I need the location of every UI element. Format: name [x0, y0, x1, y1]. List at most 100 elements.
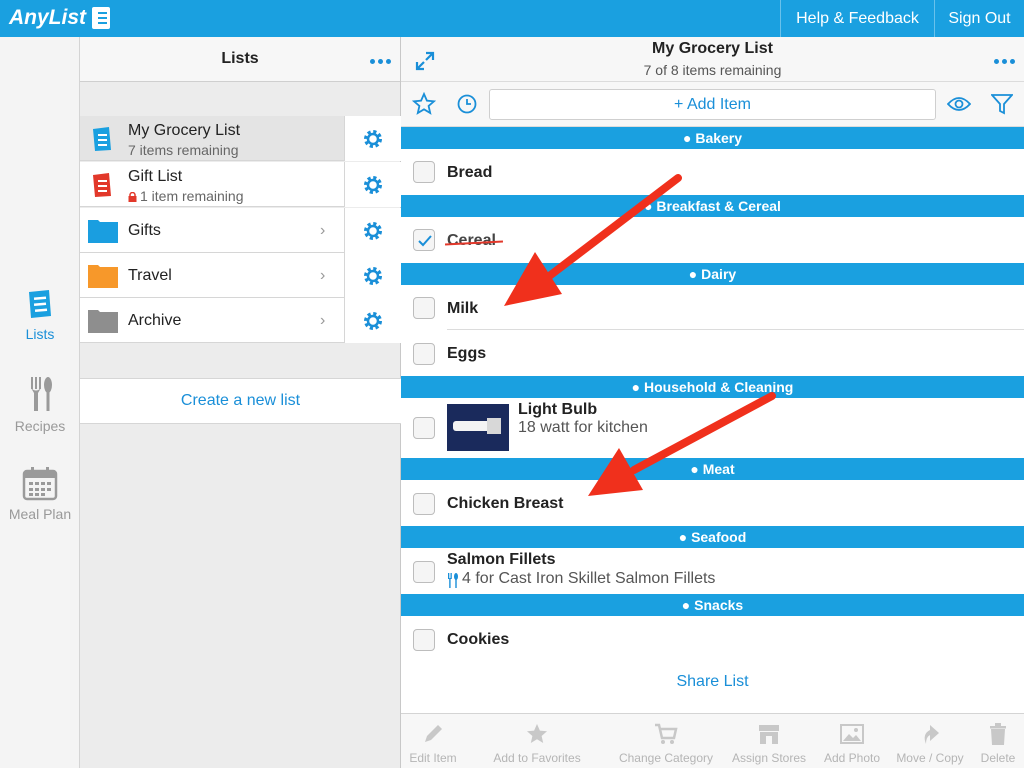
folder-settings-button[interactable]: [344, 208, 401, 253]
chevron-right-icon: ›: [320, 222, 326, 239]
list-title: Gift List: [128, 168, 183, 185]
change-category-button[interactable]: Change Category: [615, 714, 717, 768]
rail-recipes-label: Recipes: [14, 418, 66, 434]
folder-icon-gray: [88, 310, 118, 333]
item-checkbox[interactable]: [413, 629, 435, 651]
list-item-milk[interactable]: Milk: [401, 285, 1024, 330]
add-item-field[interactable]: + Add Item: [489, 89, 936, 120]
rail-mealplan-label: Meal Plan: [8, 506, 72, 522]
list-item-eggs[interactable]: Eggs: [401, 330, 1024, 376]
move-copy-button[interactable]: Move / Copy: [891, 714, 969, 768]
item-name: Chicken Breast: [447, 495, 564, 512]
filter-icon[interactable]: [991, 93, 1013, 115]
list-item-bread[interactable]: Bread: [401, 149, 1024, 195]
gear-icon: [364, 311, 382, 330]
folder-row-archive[interactable]: Archive ›: [80, 298, 401, 343]
share-list-button[interactable]: Share List: [401, 673, 1024, 691]
folder-icon-orange: [88, 265, 118, 288]
list-subtitle: 7 items remaining: [128, 142, 239, 158]
rail-lists[interactable]: Lists: [0, 287, 80, 342]
gear-icon: [364, 129, 382, 148]
folder-row-gifts[interactable]: Gifts ›: [80, 208, 401, 253]
store-icon: [759, 725, 779, 744]
clock-icon[interactable]: [457, 94, 477, 114]
folder-settings-button[interactable]: [344, 253, 401, 298]
list-settings-button[interactable]: [344, 162, 401, 207]
list-settings-button[interactable]: [344, 116, 401, 161]
toolbar-label: Move / Copy: [896, 751, 964, 765]
app-logo: AnyList: [9, 6, 111, 30]
edit-item-button[interactable]: Edit Item: [401, 714, 465, 768]
list-item-light-bulb[interactable]: Light Bulb 18 watt for kitchen: [401, 398, 1024, 458]
assign-stores-button[interactable]: Assign Stores: [727, 714, 811, 768]
item-name: Bread: [447, 164, 493, 181]
item-checkbox[interactable]: [413, 297, 435, 319]
list-row-my-grocery-list[interactable]: My Grocery List 7 items remaining: [80, 116, 401, 161]
toolbar-label: Assign Stores: [731, 751, 807, 765]
list-header: My Grocery List 7 of 8 items remaining: [401, 37, 1024, 82]
fork-spoon-icon: [448, 573, 458, 588]
pencil-icon: [425, 725, 442, 742]
list-item-cereal[interactable]: Cereal: [401, 217, 1024, 263]
chevron-right-icon: ›: [320, 267, 326, 284]
list-detail-panel: My Grocery List 7 of 8 items remaining +…: [401, 37, 1024, 768]
list-item-chicken-breast[interactable]: Chicken Breast: [401, 480, 1024, 526]
toolbar-label: Delete: [980, 751, 1016, 765]
folder-title: Travel: [128, 267, 172, 284]
rail-lists-label: Lists: [25, 326, 55, 342]
item-checkbox[interactable]: [413, 561, 435, 583]
item-checkbox[interactable]: [413, 161, 435, 183]
section-name: Bakery: [695, 130, 743, 146]
toolbar-label: Edit Item: [409, 751, 457, 765]
item-checkbox-checked[interactable]: [413, 229, 435, 251]
calendar-icon: [22, 467, 58, 501]
items-remaining-count: 7 of 8 items remaining: [643, 62, 782, 78]
eye-icon[interactable]: [947, 96, 971, 112]
list-title: My Grocery List: [128, 122, 241, 139]
rail-meal-plan[interactable]: Meal Plan: [0, 467, 80, 522]
bottom-toolbar: Edit Item Add to Favorites Change Catego…: [401, 713, 1024, 768]
add-photo-button[interactable]: Add Photo: [819, 714, 885, 768]
section-name: Meat: [702, 461, 735, 477]
create-new-list-button[interactable]: Create a new list: [80, 378, 401, 424]
list-row-gift-list[interactable]: Gift List 1 item remaining: [80, 162, 401, 207]
delete-button[interactable]: Delete: [977, 714, 1019, 768]
cart-icon: [655, 723, 678, 744]
gear-icon: [364, 221, 382, 240]
spray-icon: ●: [631, 379, 641, 395]
lists-panel: Lists My Grocery List 7 items remaining …: [80, 37, 401, 768]
section-header-dairy: ● Dairy: [401, 263, 1024, 285]
sign-out-button[interactable]: Sign Out: [934, 0, 1024, 37]
list-more-icon[interactable]: [994, 59, 1015, 64]
lists-more-icon[interactable]: [370, 59, 391, 64]
item-photo-thumbnail[interactable]: [447, 404, 509, 451]
star-icon[interactable]: [412, 92, 436, 116]
item-checkbox[interactable]: [413, 493, 435, 515]
fork-spoon-icon: [31, 377, 52, 411]
lock-icon: [128, 192, 137, 202]
item-name: Light Bulb: [518, 401, 598, 418]
list-item-salmon-fillets[interactable]: Salmon Fillets 4 for Cast Iron Skillet S…: [401, 548, 1024, 594]
turkey-icon: ●: [690, 461, 699, 477]
rail-recipes[interactable]: Recipes: [0, 375, 80, 434]
lists-title: Lists: [221, 50, 259, 67]
folder-settings-button[interactable]: [344, 298, 401, 343]
toolbar-label: Add Photo: [823, 751, 881, 765]
item-name: Cookies: [447, 631, 510, 648]
section-header-snacks: ● Snacks: [401, 594, 1024, 616]
help-feedback-button[interactable]: Help & Feedback: [780, 0, 934, 37]
section-header-meat: ● Meat: [401, 458, 1024, 480]
section-name: Dairy: [701, 266, 737, 282]
checkmark-icon: [418, 235, 432, 247]
section-name: Seafood: [691, 529, 747, 545]
item-checkbox[interactable]: [413, 417, 435, 439]
folder-icon-blue: [88, 220, 118, 243]
item-note: 4 for Cast Iron Skillet Salmon Fillets: [462, 570, 716, 587]
section-name: Breakfast & Cereal: [656, 198, 781, 214]
item-checkbox[interactable]: [413, 343, 435, 365]
add-to-favorites-button[interactable]: Add to Favorites: [489, 714, 585, 768]
chevron-right-icon: ›: [320, 312, 326, 329]
section-header-bakery: ● Bakery: [401, 127, 1024, 149]
folder-row-travel[interactable]: Travel ›: [80, 253, 401, 298]
list-item-cookies[interactable]: Cookies: [401, 616, 1024, 662]
